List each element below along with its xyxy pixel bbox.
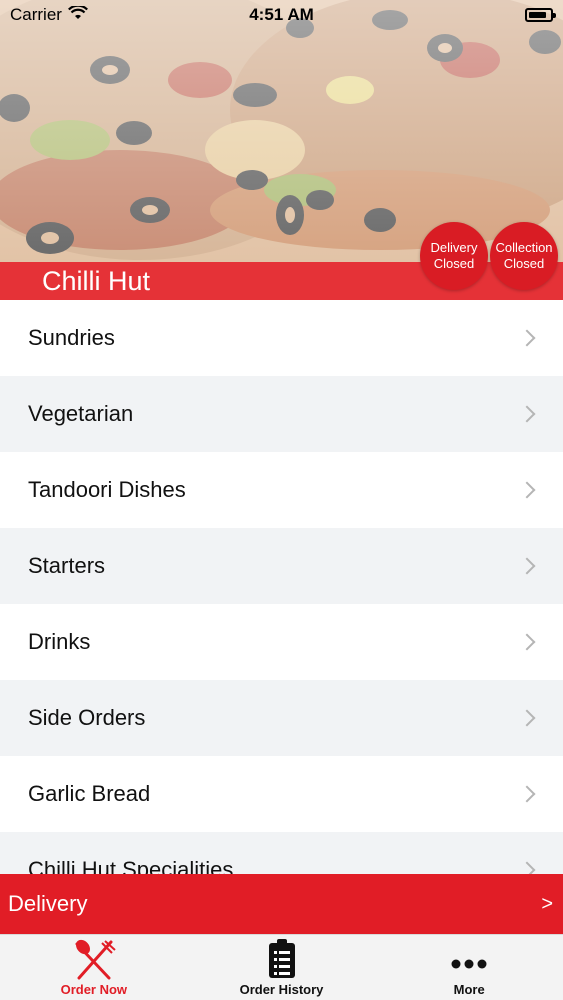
category-row-side-orders[interactable]: Side Orders (0, 680, 563, 756)
category-label: Sundries (28, 325, 115, 350)
tab-more[interactable]: More (375, 935, 563, 1000)
collection-status-line2: Closed (503, 256, 545, 271)
status-bar: Carrier 4:51 AM (0, 0, 563, 30)
delivery-mode-label: Delivery (8, 891, 88, 916)
category-label: Tandoori Dishes (28, 477, 186, 502)
chevron-right-icon (518, 481, 536, 499)
collection-status-line1: Collection (495, 240, 553, 255)
app-screen: Carrier 4:51 AM Chilli Hut Delivery Clos… (0, 0, 563, 1000)
battery-icon (525, 8, 556, 22)
collection-status-badge: Collection Closed (490, 222, 558, 290)
delivery-arrow-icon: > (541, 892, 553, 915)
category-label: Drinks (28, 629, 91, 654)
chevron-right-icon (518, 709, 536, 727)
chevron-right-icon (518, 633, 536, 651)
status-left: Carrier (10, 4, 88, 25)
tab-label: Order Now (60, 982, 128, 997)
tab-order-history[interactable]: Order History (188, 935, 376, 1000)
battery-level (529, 12, 546, 18)
carrier-label: Carrier (10, 5, 62, 24)
tab-label: Order History (239, 982, 324, 997)
category-row-chilli-hut-specialities[interactable]: Chilli Hut Specialities (0, 832, 563, 874)
category-list: Sundries Vegetarian Tandoori Dishes Star… (0, 300, 563, 874)
clipboard-list-icon (268, 939, 295, 978)
category-row-drinks[interactable]: Drinks (0, 604, 563, 680)
more-dots-icon (451, 959, 487, 969)
chevron-right-icon (518, 861, 536, 874)
chevron-right-icon (518, 557, 536, 575)
fork-knife-icon (75, 939, 116, 980)
chevron-right-icon (518, 785, 536, 803)
category-row-tandoori-dishes[interactable]: Tandoori Dishes (0, 452, 563, 528)
category-label: Starters (28, 553, 106, 578)
category-row-sundries[interactable]: Sundries (0, 300, 563, 376)
tab-order-now[interactable]: Order Now (0, 935, 188, 1000)
delivery-status-line1: Delivery (430, 240, 478, 255)
category-row-starters[interactable]: Starters (0, 528, 563, 604)
chevron-right-icon (518, 329, 536, 347)
restaurant-name: Chilli Hut (42, 266, 151, 296)
chevron-right-icon (518, 405, 536, 423)
category-label: Chilli Hut Specialities (28, 857, 234, 874)
tab-label: More (453, 982, 485, 997)
delivery-status-line2: Closed (433, 256, 475, 271)
category-label: Garlic Bread (28, 781, 151, 806)
category-label: Side Orders (28, 705, 146, 730)
delivery-status-badge: Delivery Closed (420, 222, 488, 290)
delivery-mode-bar[interactable]: Delivery > (0, 874, 563, 934)
tab-bar: Order Now Order History More (0, 934, 563, 1000)
category-row-vegetarian[interactable]: Vegetarian (0, 376, 563, 452)
wifi-icon (67, 4, 88, 25)
category-label: Vegetarian (28, 401, 134, 426)
category-row-garlic-bread[interactable]: Garlic Bread (0, 756, 563, 832)
